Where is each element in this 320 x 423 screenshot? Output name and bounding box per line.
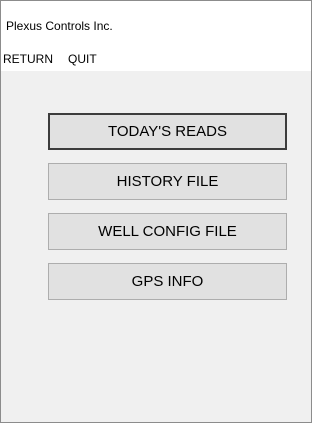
gps-info-button[interactable]: GPS INFO bbox=[48, 263, 287, 300]
title-bar[interactable]: Plexus Controls Inc. bbox=[1, 1, 311, 47]
menu-item-return[interactable]: RETURN bbox=[3, 52, 53, 66]
well-config-file-button[interactable]: WELL CONFIG FILE bbox=[48, 213, 287, 250]
todays-reads-button[interactable]: TODAY'S READS bbox=[48, 113, 287, 150]
menu-item-quit[interactable]: QUIT bbox=[68, 52, 97, 66]
history-file-button[interactable]: HISTORY FILE bbox=[48, 163, 287, 200]
main-panel: TODAY'S READS HISTORY FILE WELL CONFIG F… bbox=[1, 71, 311, 422]
menu-bar: RETURN QUIT bbox=[1, 47, 311, 71]
app-window: Plexus Controls Inc. RETURN QUIT TODAY'S… bbox=[0, 0, 312, 423]
window-title: Plexus Controls Inc. bbox=[6, 19, 113, 33]
